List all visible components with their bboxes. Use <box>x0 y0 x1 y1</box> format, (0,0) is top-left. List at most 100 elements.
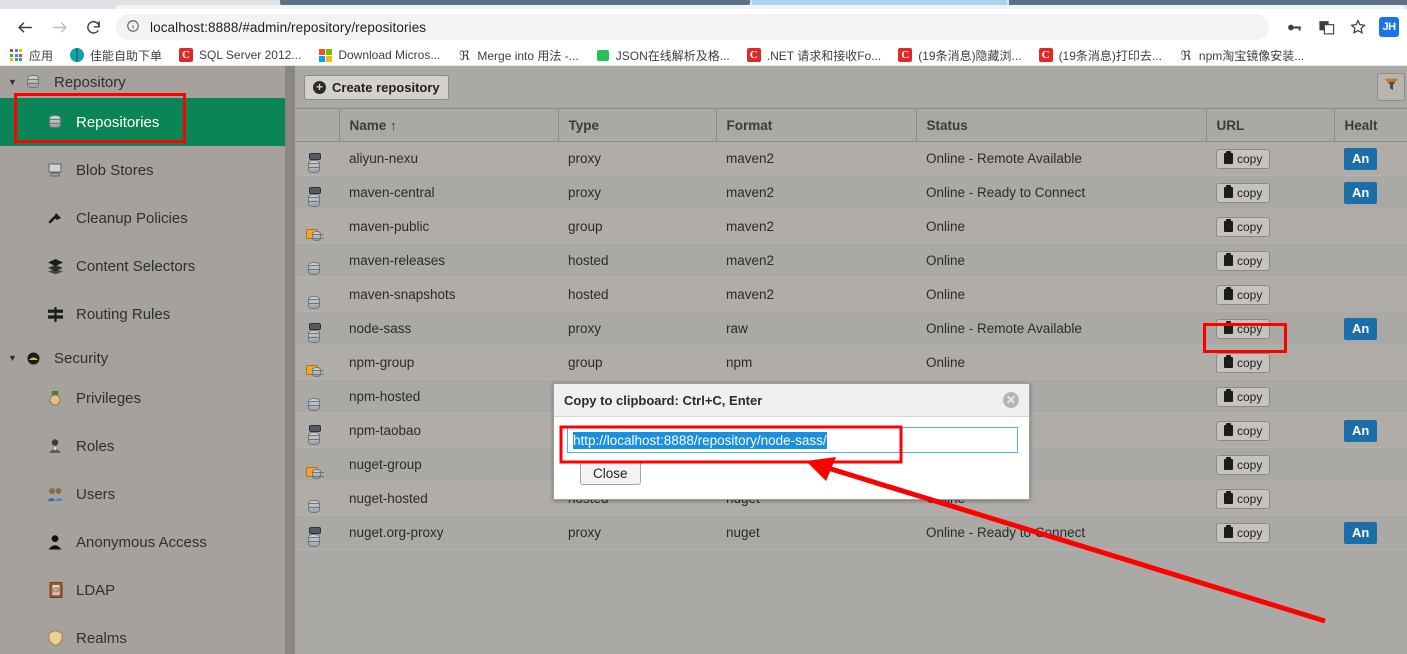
reload-icon[interactable] <box>76 10 110 44</box>
create-repository-button[interactable]: + Create repository <box>304 75 449 100</box>
column-header-icon[interactable] <box>296 108 340 142</box>
copy-url-button[interactable]: copy <box>1216 318 1271 339</box>
database-icon <box>22 74 44 90</box>
copy-url-button[interactable]: copy <box>1216 148 1271 169</box>
browser-tab-strip[interactable] <box>0 0 1407 9</box>
repo-type-icon-cell <box>296 175 339 210</box>
sidebar-scrollbar[interactable] <box>285 66 295 654</box>
repo-type-icon-cell <box>296 141 339 176</box>
signpost-icon <box>44 306 66 323</box>
analyze-button[interactable]: An <box>1344 317 1378 340</box>
analyze-button[interactable]: An <box>1344 419 1378 442</box>
chevron-down-icon: ▼ <box>8 353 17 363</box>
copy-url-button[interactable]: copy <box>1216 386 1271 407</box>
copy-url-button[interactable]: copy <box>1216 522 1271 543</box>
table-row[interactable]: maven-public group maven2 Online copy <box>296 209 1407 244</box>
table-row[interactable]: maven-snapshots hosted maven2 Online copy <box>296 277 1407 312</box>
cell-name: npm-taobao <box>339 413 558 448</box>
column-header-format[interactable]: Format <box>716 108 917 142</box>
toolbar-icons: JH <box>1279 12 1407 42</box>
sidebar-item-blob-stores[interactable]: Blob Stores <box>0 146 285 194</box>
sidebar-item-cleanup-policies[interactable]: Cleanup Policies <box>0 194 285 242</box>
table-row[interactable]: npm-group group npm Online copy <box>296 345 1407 380</box>
apps-grid-icon <box>8 47 24 63</box>
translate-icon[interactable] <box>1311 12 1341 42</box>
cell-health <box>1334 447 1407 482</box>
forward-arrow-icon[interactable] <box>42 10 76 44</box>
key-icon[interactable] <box>1279 12 1309 42</box>
cell-url: copy <box>1206 243 1334 278</box>
cell-health <box>1334 379 1407 414</box>
cell-name: npm-hosted <box>339 379 558 414</box>
copy-url-button[interactable]: copy <box>1216 182 1271 203</box>
address-bar[interactable]: localhost:8888/#admin/repository/reposit… <box>116 14 1269 40</box>
filter-button[interactable] <box>1377 73 1405 101</box>
bookmark-item[interactable]: ℜ Merge into 用法 -... <box>456 47 579 64</box>
sidebar-item-label: Realms <box>76 629 127 647</box>
sidebar-item-ldap[interactable]: @ LDAP <box>0 566 285 614</box>
url-input[interactable]: http://localhost:8888/repository/node-sa… <box>567 427 1018 453</box>
sidebar-item-content-selectors[interactable]: Content Selectors <box>0 242 285 290</box>
sidebar-group-security[interactable]: ▼ Security <box>0 342 285 374</box>
analyze-button[interactable]: An <box>1344 147 1378 170</box>
copy-url-button[interactable]: copy <box>1216 284 1271 305</box>
bookmark-label: Download Micros... <box>338 48 441 62</box>
bookmark-item[interactable]: ℜ npm淘宝镜像安装... <box>1178 47 1305 64</box>
cell-url: copy <box>1206 447 1334 482</box>
table-row[interactable]: maven-central proxy maven2 Online - Ready t… <box>296 175 1407 210</box>
table-row[interactable]: node-sass proxy raw Online - Remote Availab… <box>296 311 1407 346</box>
sidebar-scrollbar-thumb[interactable] <box>285 66 295 654</box>
table-row[interactable]: aliyun-nexu proxy maven2 Online - Remote Av… <box>296 141 1407 176</box>
bookmark-item[interactable]: Download Micros... <box>317 47 440 63</box>
sidebar-item-realms[interactable]: Realms <box>0 614 285 654</box>
copy-url-button[interactable]: copy <box>1216 216 1271 237</box>
analyze-button[interactable]: An <box>1344 521 1378 544</box>
sidebar: ▼ Repository Repositories Blob Stores Cl… <box>0 66 285 654</box>
site-info-icon[interactable] <box>126 19 142 35</box>
sidebar-item-roles[interactable]: Roles <box>0 422 285 470</box>
sidebar-item-users[interactable]: Users <box>0 470 285 518</box>
analyze-button[interactable]: An <box>1344 181 1378 204</box>
sidebar-item-privileges[interactable]: Privileges <box>0 374 285 422</box>
sidebar-item-routing-rules[interactable]: Routing Rules <box>0 290 285 338</box>
table-row[interactable]: nuget.org-proxy proxy nuget Online - Ready … <box>296 515 1407 550</box>
copy-url-button[interactable]: copy <box>1216 250 1271 271</box>
cell-type: hosted <box>558 243 716 278</box>
repo-type-icon-cell <box>296 311 339 346</box>
column-header-url[interactable]: URL <box>1206 108 1335 142</box>
column-header-name[interactable]: Name ↑ <box>339 108 559 142</box>
bookmark-item[interactable]: C SQL Server 2012... <box>178 47 301 63</box>
copy-url-button[interactable]: copy <box>1216 420 1271 441</box>
table-row[interactable]: maven-releases hosted maven2 Online copy <box>296 243 1407 278</box>
cell-type: proxy <box>558 515 716 550</box>
cell-format: npm <box>716 345 916 380</box>
bookmark-star-icon[interactable] <box>1343 12 1373 42</box>
bookmark-item[interactable]: JSON在线解析及格... <box>595 47 730 64</box>
cell-url: copy <box>1206 481 1334 516</box>
sidebar-item-anonymous-access[interactable]: Anonymous Access <box>0 518 285 566</box>
copy-url-button[interactable]: copy <box>1216 488 1271 509</box>
bookmark-item[interactable]: C (19条消息)隐藏浏... <box>897 47 1022 64</box>
close-button[interactable]: Close <box>580 461 641 485</box>
copy-url-button[interactable]: copy <box>1216 454 1271 475</box>
bookmark-item[interactable]: 佳能自助下单 <box>69 47 162 64</box>
globe-icon <box>69 47 85 63</box>
bookmarks-bar: 应用 佳能自助下单 C SQL Server 2012... Download … <box>0 45 1407 66</box>
bookmark-item[interactable]: C .NET 请求和接收Fo... <box>746 47 881 64</box>
shield-icon <box>44 630 66 646</box>
column-header-type[interactable]: Type <box>558 108 717 142</box>
clipboard-icon <box>1224 457 1233 470</box>
close-circle-icon[interactable]: ✕ <box>1003 392 1019 408</box>
column-header-status[interactable]: Status <box>916 108 1207 142</box>
blob-store-icon <box>44 162 66 178</box>
back-arrow-icon[interactable] <box>8 10 42 44</box>
column-header-health[interactable]: Healt <box>1334 108 1407 142</box>
profile-avatar[interactable]: JH <box>1379 17 1399 37</box>
sidebar-group-repository[interactable]: ▼ Repository <box>0 66 285 98</box>
copy-label: copy <box>1237 525 1263 540</box>
sidebar-item-repositories[interactable]: Repositories <box>0 98 285 146</box>
bookmark-item[interactable]: C (19条消息)打印去... <box>1038 47 1162 64</box>
bookmark-item[interactable]: 应用 <box>8 47 53 64</box>
copy-url-button[interactable]: copy <box>1216 352 1271 373</box>
cell-format: maven2 <box>716 277 916 312</box>
